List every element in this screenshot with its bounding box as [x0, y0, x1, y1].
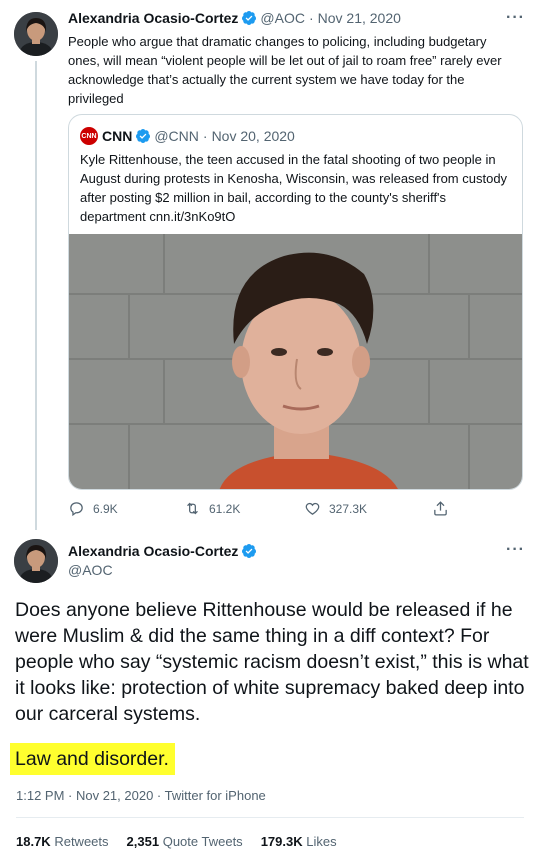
verified-badge-icon — [242, 544, 257, 558]
author-name[interactable]: Alexandria Ocasio-Cortez — [68, 10, 238, 26]
tweet-text: People who argue that dramatic changes t… — [68, 34, 502, 106]
quoted-tweet-text: Kyle Rittenhouse, the teen accused in th… — [80, 152, 508, 224]
avatar[interactable] — [14, 12, 58, 56]
share-button[interactable] — [432, 500, 449, 517]
main-tweet-header: Alexandria Ocasio-Cortez — [68, 543, 260, 559]
quoted-tweet-card[interactable]: CNN CNN @CNN · Nov 20, 2020 Kyle Rittenh… — [68, 114, 523, 490]
retweet-icon — [187, 502, 198, 515]
highlighted-text: Law and disorder. — [10, 743, 175, 775]
reply-button[interactable]: 6.9K — [68, 500, 118, 517]
retweets-stat[interactable]: 18.7K Retweets — [16, 834, 109, 849]
more-options-icon[interactable]: ··· — [506, 541, 525, 559]
share-icon — [434, 501, 447, 516]
retweets-stat-count: 18.7K — [16, 834, 51, 849]
quote-tweets-stat-label: Quote Tweets — [162, 834, 243, 849]
main-tweet-text: Does anyone believe Rittenhouse would be… — [15, 599, 529, 725]
reply-count: 6.9K — [93, 501, 118, 516]
quoted-author-name[interactable]: CNN — [102, 128, 132, 144]
mugshot-photo[interactable] — [69, 234, 523, 490]
retweet-count: 61.2K — [209, 501, 241, 516]
author-handle[interactable]: @AOC — [260, 10, 305, 26]
retweets-stat-label: Retweets — [54, 834, 109, 849]
more-options-icon[interactable]: ··· — [506, 9, 525, 27]
likes-stat-label: Likes — [306, 834, 337, 849]
likes-stat-count: 179.3K — [260, 834, 303, 849]
author-name[interactable]: Alexandria Ocasio-Cortez — [68, 543, 238, 559]
retweet-button[interactable]: 61.2K — [184, 500, 240, 517]
reply-icon — [70, 502, 83, 517]
thread-connector-line — [35, 61, 37, 530]
engagement-stats: 18.7K Retweets 2,351 Quote Tweets 179.3K… — [16, 834, 337, 849]
tweet-actions: 6.9K 61.2K 327.3K — [68, 500, 458, 520]
author-handle[interactable]: @AOC — [68, 562, 113, 578]
divider — [16, 817, 524, 818]
tweet-timestamp[interactable]: 1:12 PM · Nov 21, 2020 · Twitter for iPh… — [16, 788, 266, 803]
avatar[interactable] — [14, 539, 58, 583]
quoted-author-handle[interactable]: @CNN — [154, 128, 199, 144]
verified-badge-icon — [242, 11, 257, 25]
like-button[interactable]: 327.3K — [304, 500, 367, 517]
likes-stat[interactable]: 179.3K Likes — [261, 834, 337, 849]
separator: · — [308, 10, 314, 26]
quoted-tweet-date[interactable]: Nov 20, 2020 — [212, 128, 295, 144]
cnn-logo-icon: CNN — [80, 127, 98, 145]
quote-tweets-stat-count: 2,351 — [126, 834, 160, 849]
tweet-date[interactable]: Nov 21, 2020 — [318, 10, 401, 26]
quoted-tweet-header: CNN CNN @CNN · Nov 20, 2020 — [80, 127, 295, 145]
like-count: 327.3K — [329, 501, 368, 516]
heart-icon — [305, 502, 320, 515]
verified-badge-icon — [136, 129, 151, 143]
separator: · — [202, 128, 208, 144]
tweet-header: Alexandria Ocasio-Cortez @AOC · Nov 21, … — [68, 10, 401, 26]
quote-tweets-stat[interactable]: 2,351 Quote Tweets — [127, 834, 243, 849]
